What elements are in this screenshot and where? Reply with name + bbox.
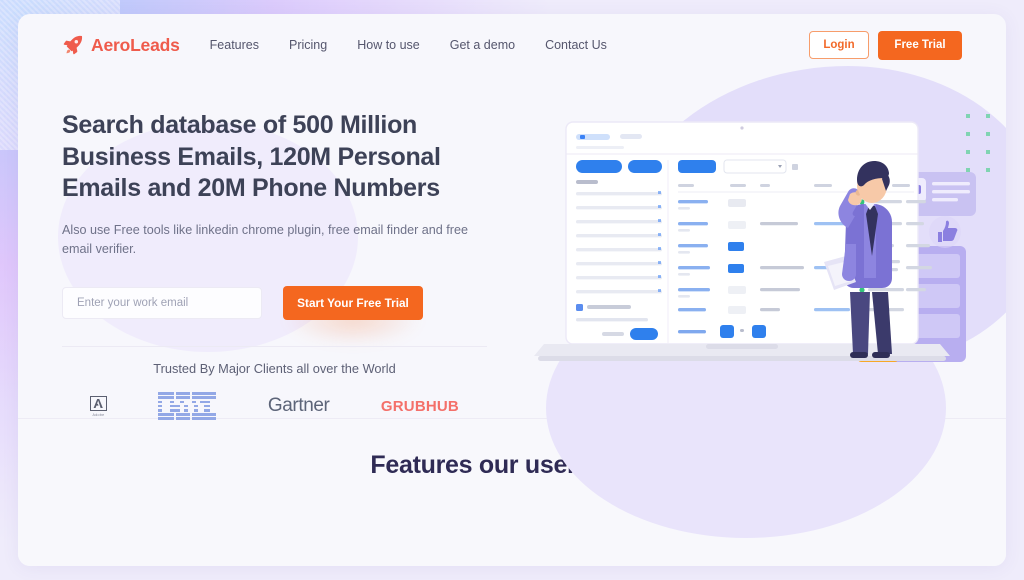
hero-section: Search database of 500 Million Business …: [18, 66, 1006, 538]
site-header: AeroLeads Features Pricing How to use Ge…: [18, 14, 1006, 76]
client-logo-grubhub: GRUBHUB: [381, 398, 459, 415]
grubhub-wordmark: GRUBHUB: [380, 397, 459, 415]
nav-link-how-to-use[interactable]: How to use: [357, 38, 420, 52]
dot-grid: [966, 114, 990, 172]
rocket-icon: [62, 34, 84, 56]
page-title: Search database of 500 Million Business …: [62, 111, 441, 202]
thumbs-up-icon: [929, 216, 961, 248]
free-trial-button[interactable]: Free Trial: [878, 30, 962, 60]
main-navigation: Features Pricing How to use Get a demo C…: [210, 38, 607, 52]
start-free-trial-button[interactable]: Start Your Free Trial: [283, 286, 423, 321]
client-logo-gartner: Gartner: [268, 395, 330, 417]
client-logo-ibm: [158, 392, 217, 420]
client-logo-adobe: Adobe: [90, 395, 107, 417]
trusted-by-title: Trusted By Major Clients all over the Wo…: [153, 361, 396, 377]
gartner-wordmark: Gartner: [267, 395, 330, 417]
nav-link-pricing[interactable]: Pricing: [289, 38, 327, 52]
adobe-icon: [90, 395, 107, 411]
logo-text: AeroLeads: [91, 34, 180, 55]
email-field[interactable]: [62, 287, 262, 320]
hero-subtitle: Also use Free tools like linkedin chrome…: [62, 222, 469, 257]
login-button[interactable]: Login: [809, 31, 869, 59]
signup-form: Start Your Free Trial: [62, 286, 492, 347]
nav-link-features[interactable]: Features: [210, 38, 259, 52]
hero-illustration: [528, 94, 998, 394]
adobe-wordmark: Adobe: [92, 412, 105, 417]
ibm-icon: [158, 392, 217, 420]
nav-link-contact-us[interactable]: Contact Us: [545, 38, 607, 52]
hero-copy: Search database of 500 Million Business …: [62, 76, 492, 420]
logo[interactable]: AeroLeads: [62, 34, 180, 56]
website-page-card: AeroLeads Features Pricing How to use Ge…: [18, 14, 1006, 566]
nav-link-get-a-demo[interactable]: Get a demo: [450, 38, 515, 52]
trusted-by-section: Trusted By Major Clients all over the Wo…: [62, 346, 487, 420]
client-logos: Adobe Gartner GRUBHUB: [62, 392, 487, 420]
header-actions: Login Free Trial: [809, 30, 962, 60]
